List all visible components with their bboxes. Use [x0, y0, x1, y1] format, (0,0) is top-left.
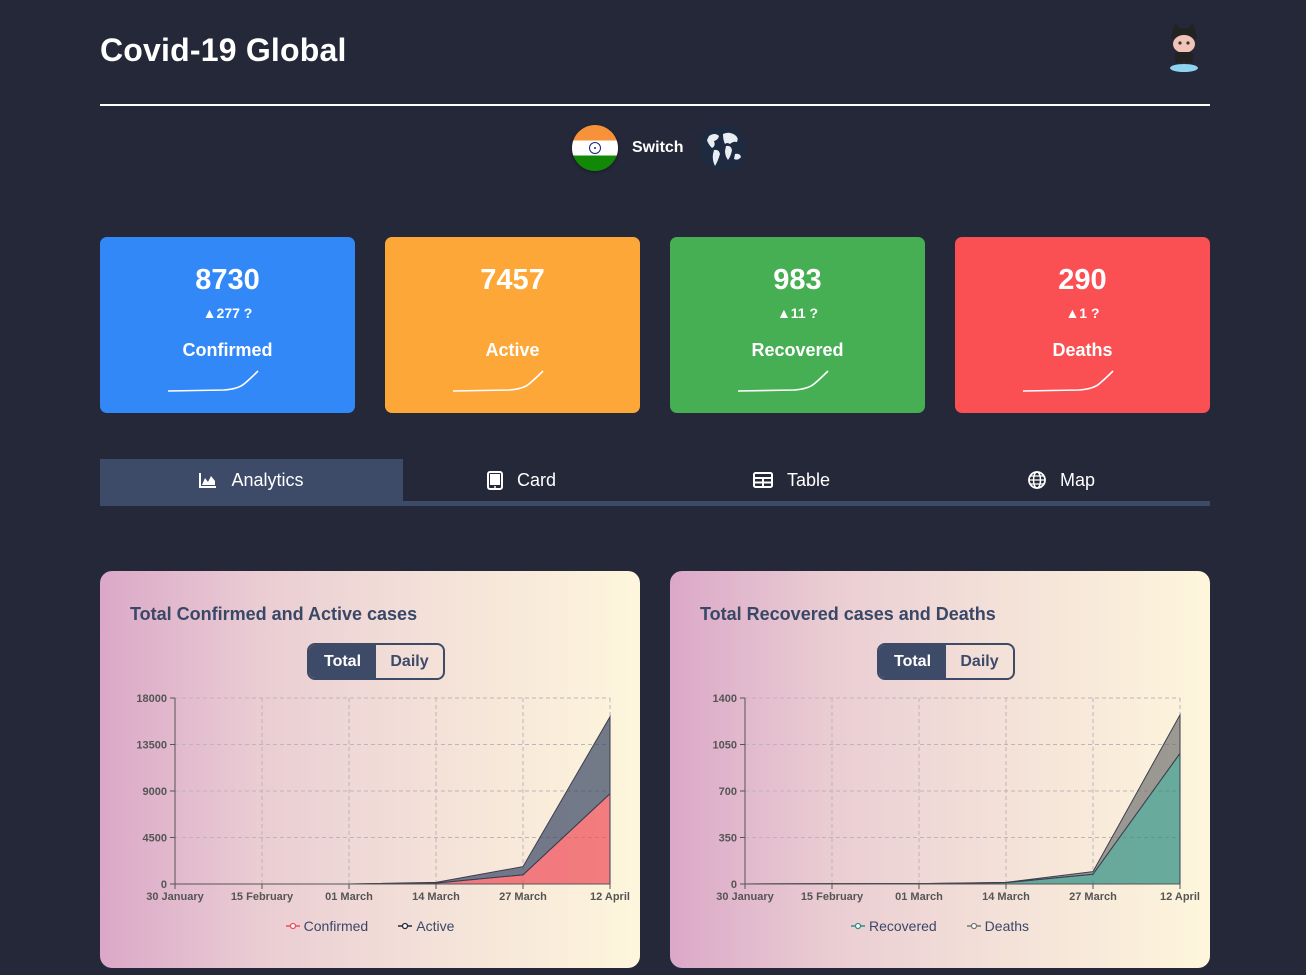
y-tick-label: 0: [731, 879, 737, 891]
card-label: Recovered: [751, 340, 844, 360]
tab-analytics[interactable]: Analytics: [100, 459, 403, 501]
stats-cards: 8730 ▲277 ? Confirmed 7457 Active 983 ▲1…: [100, 237, 1210, 413]
legend-label: Recovered: [868, 918, 937, 934]
page-title: Covid-19 Global: [100, 32, 347, 68]
sparkline: [167, 370, 259, 392]
table-icon: [752, 472, 773, 488]
confirmed-card[interactable]: 8730 ▲277 ? Confirmed: [100, 237, 355, 413]
header: Covid-19 Global: [100, 23, 1210, 88]
daily-toggle-button[interactable]: Daily: [946, 645, 1013, 678]
chart-legend: Recovered Deaths: [670, 918, 1210, 934]
y-tick-label: 700: [719, 786, 737, 798]
card-value: 983: [773, 264, 822, 296]
confirmed-active-panel: Total Confirmed and Active cases Total D…: [100, 571, 640, 968]
legend-label: Confirmed: [303, 918, 369, 934]
github-octocat-icon[interactable]: [1166, 22, 1202, 74]
legend-marker: [398, 922, 413, 930]
tab-label: Analytics: [231, 469, 304, 490]
active-card[interactable]: 7457 Active: [385, 237, 640, 413]
confirmed-active-chart: 0 4500 9000 13500 18000 30 January 15 February…: [136, 693, 630, 903]
y-tick-label: 350: [719, 833, 737, 845]
x-tick-label: 12 April: [1160, 891, 1200, 903]
tab-table[interactable]: Table: [640, 459, 943, 501]
tab-label: Table: [786, 469, 831, 490]
card-value: 290: [1058, 264, 1107, 296]
switch-button[interactable]: Switch: [632, 139, 684, 157]
legend-item-active[interactable]: Active: [398, 918, 454, 934]
tabs-underline: [100, 501, 1210, 506]
card-label: Active: [485, 340, 540, 360]
x-tick-label: 14 March: [412, 891, 460, 903]
x-tick-label: 27 March: [1069, 891, 1117, 903]
sparkline: [1022, 370, 1114, 392]
view-tabs: Analytics Card Table Map: [100, 459, 1210, 506]
card-delta: ▲11 ?: [776, 305, 819, 321]
tablet-icon: [486, 470, 503, 490]
tab-label: Card: [516, 469, 556, 490]
y-tick-label: 9000: [143, 786, 167, 798]
area-chart-icon: [199, 473, 217, 488]
x-tick-label: 14 March: [982, 891, 1030, 903]
header-divider: [100, 104, 1210, 106]
y-tick-label: 0: [161, 879, 167, 891]
legend-item-confirmed[interactable]: Confirmed: [285, 918, 369, 934]
legend-label: Active: [416, 918, 455, 934]
country-switcher: Switch: [572, 124, 747, 172]
x-tick-label: 12 April: [590, 891, 630, 903]
x-tick-label: 30 January: [146, 891, 204, 903]
sparkline: [452, 370, 544, 392]
legend-item-deaths[interactable]: Deaths: [966, 918, 1030, 934]
x-tick-label: 15 February: [801, 891, 864, 903]
india-flag-icon[interactable]: [572, 125, 618, 171]
recovered-deaths-panel: Total Recovered cases and Deaths Total D…: [670, 571, 1210, 968]
legend-marker: [966, 922, 981, 930]
tab-card[interactable]: Card: [370, 459, 673, 501]
world-globe-icon[interactable]: [699, 124, 747, 172]
x-tick-label: 27 March: [499, 891, 547, 903]
y-tick-label: 4500: [143, 833, 167, 845]
legend-marker: [850, 922, 865, 930]
sparkline: [737, 370, 829, 392]
x-tick-label: 01 March: [895, 891, 943, 903]
card-value: 7457: [480, 264, 545, 296]
card-label: Deaths: [1052, 340, 1113, 360]
globe-icon: [1028, 471, 1046, 489]
deaths-card[interactable]: 290 ▲1 ? Deaths: [955, 237, 1210, 413]
card-delta: ▲277 ?: [202, 305, 253, 321]
card-value: 8730: [195, 264, 260, 296]
panel-title: Total Recovered cases and Deaths: [700, 604, 996, 624]
chart-legend: Confirmed Active: [100, 918, 640, 934]
y-tick-label: 18000: [136, 693, 167, 705]
y-tick-label: 13500: [136, 740, 167, 752]
y-tick-label: 1400: [713, 693, 737, 705]
panel-title: Total Confirmed and Active cases: [130, 604, 418, 624]
series-area-recovered: [744, 751, 1181, 885]
tab-label: Map: [1059, 469, 1095, 490]
legend-label: Deaths: [984, 918, 1030, 934]
recovered-deaths-chart: 0 350 700 1050 1400 30 January 15 February 01 M…: [713, 693, 1200, 903]
daily-toggle-button[interactable]: Daily: [376, 645, 443, 678]
total-daily-toggle: Total Daily: [307, 643, 445, 680]
legend-item-recovered[interactable]: Recovered: [850, 918, 937, 934]
tab-map[interactable]: Map: [910, 459, 1213, 501]
legend-marker: [285, 922, 300, 930]
y-tick-label: 1050: [713, 740, 737, 752]
recovered-card[interactable]: 983 ▲11 ? Recovered: [670, 237, 925, 413]
x-tick-label: 30 January: [716, 891, 774, 903]
total-daily-toggle: Total Daily: [877, 643, 1015, 680]
card-label: Confirmed: [182, 340, 273, 360]
x-tick-label: 01 March: [325, 891, 373, 903]
total-toggle-button[interactable]: Total: [309, 645, 376, 678]
card-delta: ▲1 ?: [1065, 305, 1100, 321]
total-toggle-button[interactable]: Total: [879, 645, 946, 678]
x-tick-label: 15 February: [231, 891, 294, 903]
